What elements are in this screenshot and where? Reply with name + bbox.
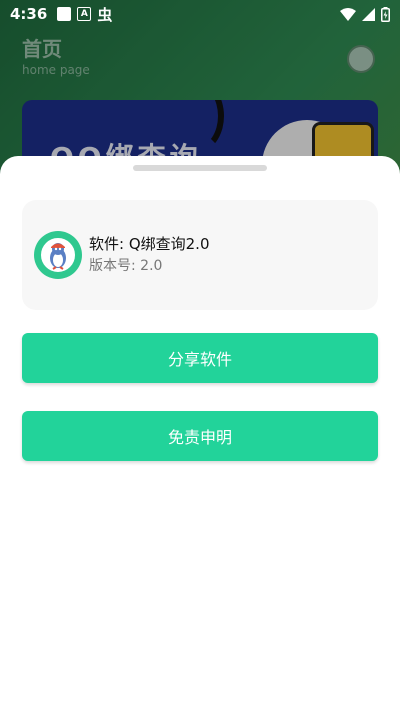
signal-icon <box>362 7 375 21</box>
app-logo-icon <box>34 231 82 279</box>
status-bar: 4:36 A 虫 <box>0 0 400 28</box>
bottom-sheet: 软件: Q绑查询2.0 版本号: 2.0 分享软件 免责申明 <box>0 156 400 710</box>
bug-icon: 虫 <box>97 5 113 24</box>
drag-handle[interactable] <box>133 165 267 171</box>
app-name: 软件: Q绑查询2.0 <box>89 235 210 253</box>
system-icons <box>340 6 390 22</box>
notification-icons: A 虫 <box>57 4 112 25</box>
app-version: 版本号: 2.0 <box>89 258 163 274</box>
screen: 首页 home page QQ绑查询 4:36 A 虫 <box>0 0 400 710</box>
app-info-card: 软件: Q绑查询2.0 版本号: 2.0 <box>22 200 378 310</box>
disclaimer-button[interactable]: 免责申明 <box>22 411 378 461</box>
status-time: 4:36 <box>10 5 48 23</box>
battery-icon <box>381 6 390 22</box>
wifi-icon <box>340 7 356 21</box>
square-notification-icon <box>57 7 72 21</box>
a-notification-icon: A <box>77 7 92 21</box>
share-app-button[interactable]: 分享软件 <box>22 333 378 383</box>
